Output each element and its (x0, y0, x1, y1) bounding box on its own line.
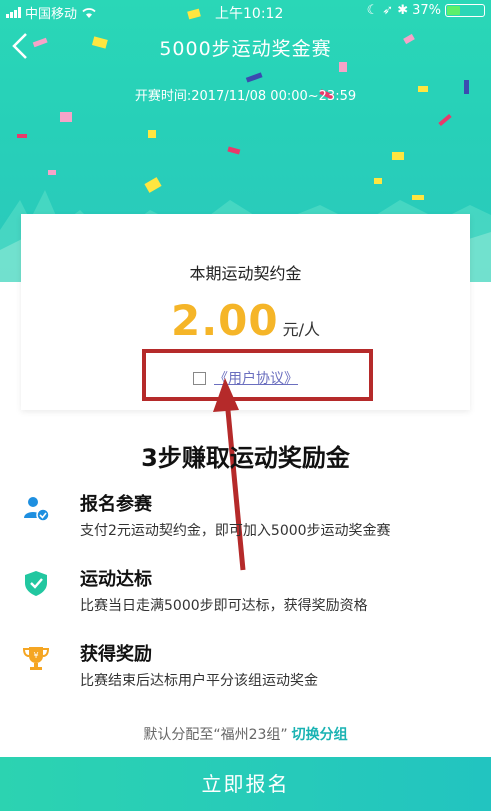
trophy-icon: ¥ (22, 647, 50, 670)
amount-row: 2.00 元/人 (21, 296, 470, 345)
battery-icon (445, 4, 485, 17)
step-title: 获得奖励 (80, 644, 152, 665)
step-desc: 支付2元运动契约金，即可加入5000步运动奖金赛 (80, 523, 391, 539)
group-text: 默认分配至“福州23组” (143, 727, 288, 743)
step-title: 运动达标 (80, 569, 152, 590)
wifi-icon (82, 7, 96, 18)
step-desc: 比赛当日走满5000步即可达标，获得奖励资格 (80, 598, 368, 614)
shield-check-icon (25, 571, 47, 596)
step-item: 运动达标 比赛当日走满5000步即可达标，获得奖励资格 (22, 565, 472, 625)
step-item: 报名参赛 支付2元运动契约金，即可加入5000步运动奖金赛 (22, 490, 472, 550)
status-bar: 中国移动 上午10:12 ☾ ➶ ✱ 37% (0, 0, 491, 22)
signal-icon (6, 7, 21, 18)
steps-section-title: 3步赚取运动奖励金 (141, 444, 350, 472)
bluetooth-icon: ✱ (397, 3, 409, 18)
location-icon: ➶ (382, 3, 394, 18)
carrier-label: 中国移动 (25, 7, 78, 22)
step-item: ¥ 获得奖励 比赛结束后达标用户平分该组运动奖金 (22, 640, 472, 700)
step-desc: 比赛结束后达标用户平分该组运动奖金 (80, 673, 318, 689)
moon-icon: ☾ (366, 3, 379, 18)
status-right: ☾ ➶ ✱ 37% (367, 3, 485, 18)
status-left: 中国移动 (6, 3, 97, 22)
card-label: 本期运动契约金 (189, 264, 302, 283)
battery-percent: 37% (412, 3, 441, 18)
register-button[interactable]: 立即报名 (0, 757, 491, 811)
highlight-box (142, 349, 373, 401)
start-time: 开赛时间:2017/11/08 00:00~23:59 (134, 89, 357, 104)
page-title: 5000步运动奖金赛 (159, 38, 332, 60)
switch-group-link[interactable]: 切换分组 (292, 727, 348, 743)
person-check-icon (24, 497, 50, 522)
group-info: 默认分配至“福州23组” 切换分组 (0, 724, 491, 744)
amount-value: 2.00 (170, 296, 279, 345)
svg-text:¥: ¥ (33, 651, 38, 660)
step-title: 报名参赛 (80, 494, 152, 515)
status-time: 上午10:12 (215, 6, 284, 22)
amount-unit: 元/人 (282, 320, 321, 339)
nav-bar: 5000步运动奖金赛 (0, 26, 491, 66)
